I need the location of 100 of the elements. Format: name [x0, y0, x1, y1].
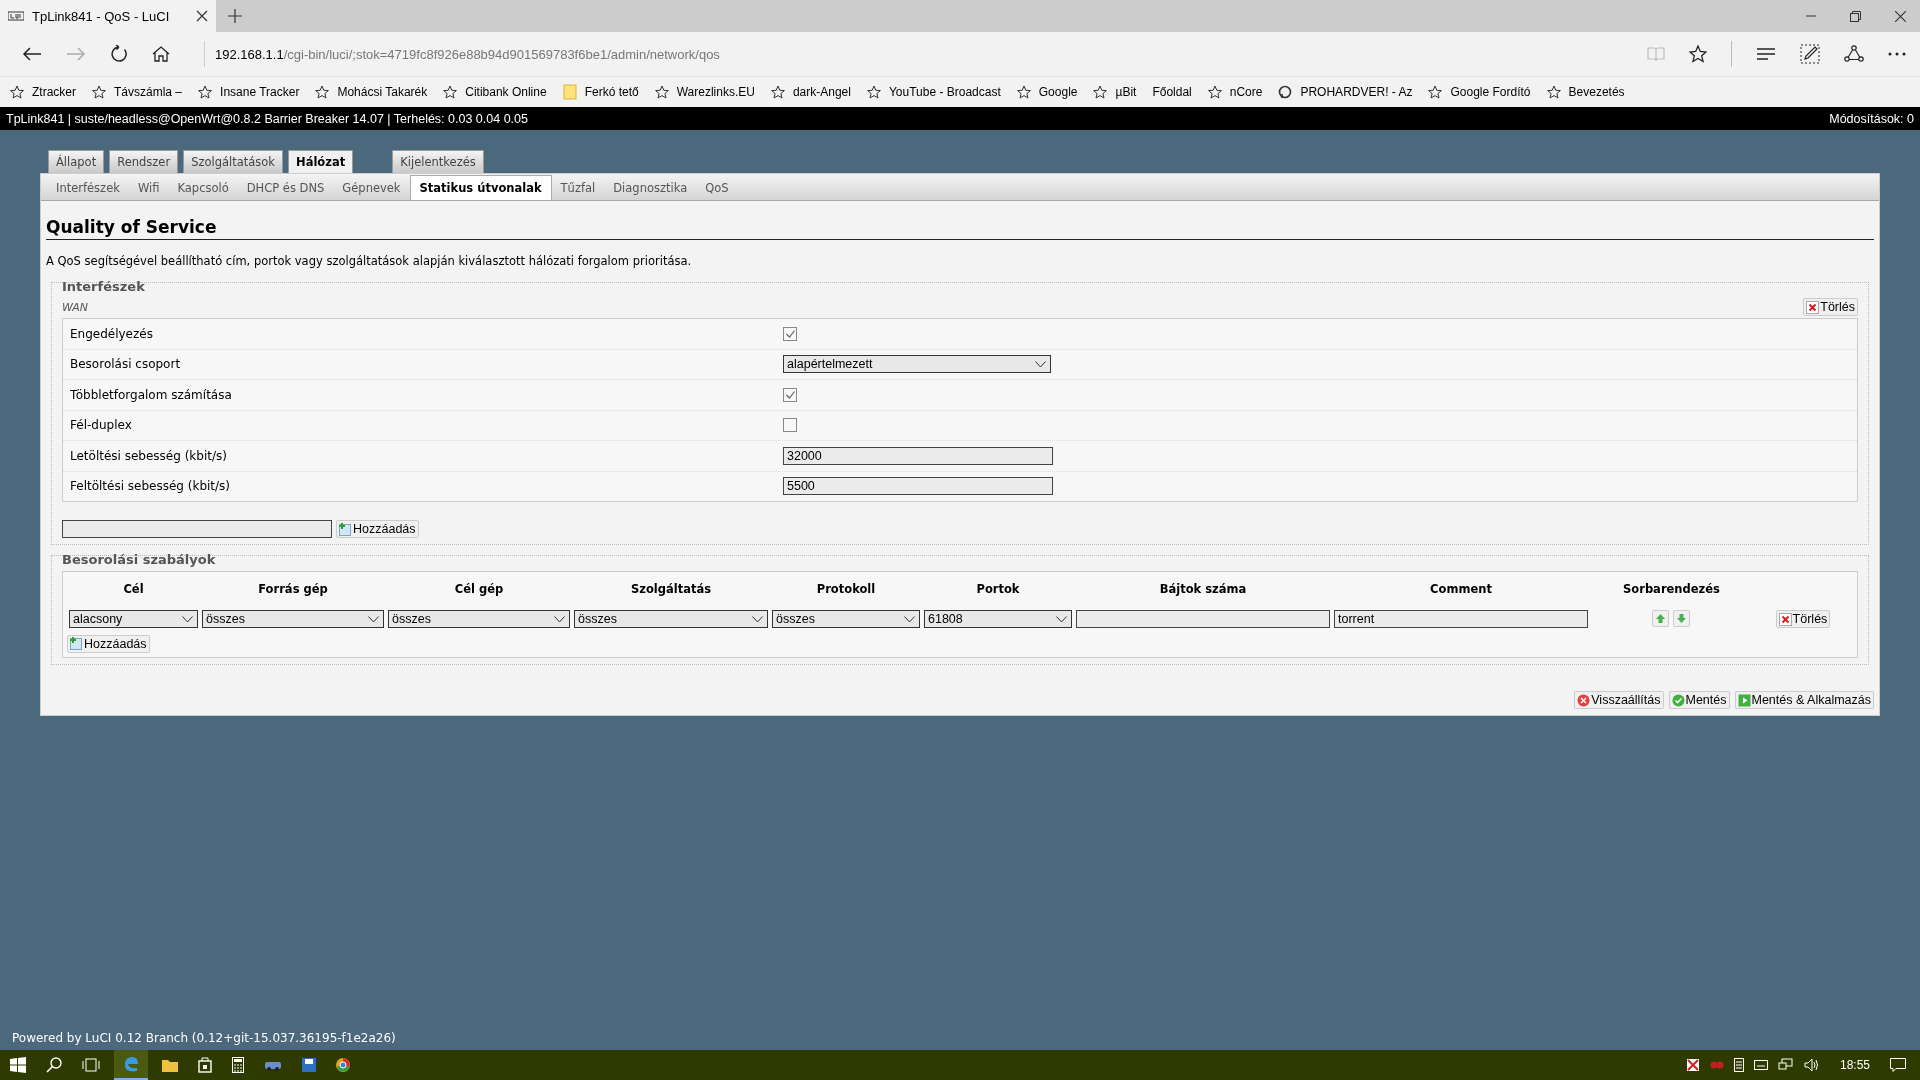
add-icon	[339, 522, 352, 536]
submenu-tab[interactable]: DHCP és DNS	[237, 176, 334, 200]
menu-tab[interactable]: Rendszer	[109, 150, 179, 173]
bookmark-link[interactable]: Warezlinks.EU	[676, 85, 755, 99]
field-label: Letöltési sebesség (kbit/s)	[70, 448, 228, 463]
apply-button[interactable]: Mentés & Alkalmazás	[1734, 691, 1874, 709]
submenu-tab[interactable]: Kapcsoló	[168, 176, 238, 200]
submenu-tab[interactable]: QoS	[696, 176, 738, 200]
dropdown[interactable]: összes	[202, 610, 384, 629]
bookmark-link[interactable]: Főoldal	[1152, 85, 1192, 99]
windows-icon[interactable]	[10, 1057, 26, 1073]
input-field[interactable]: 32000	[783, 446, 1053, 465]
router-status: TpLink841 | suste/headless@OpenWrt@0.8.2 Barrier Breaker 14.07 | Terhelés: 0.03 0.04 0.05	[6, 111, 528, 126]
move-down-button[interactable]	[1673, 610, 1691, 628]
delete-button[interactable]: Törlés	[1803, 298, 1858, 316]
menu-tab[interactable]: Kijelentkezés	[392, 150, 484, 173]
pen-icon[interactable]	[1800, 44, 1820, 64]
site-logo-icon	[8, 11, 24, 21]
bookmark-link[interactable]: Ztracker	[32, 85, 76, 99]
menu-icon[interactable]	[1756, 47, 1776, 61]
star-icon[interactable]	[1689, 45, 1707, 63]
delete-button[interactable]: Törlés	[1775, 610, 1831, 628]
column-header: Szolgáltatás	[572, 576, 770, 610]
bookmark-link[interactable]: Távszámla –	[114, 85, 183, 99]
new-tab-icon[interactable]	[228, 9, 242, 23]
bookmark-link[interactable]: Bevezetés	[1568, 85, 1625, 99]
checkbox[interactable]	[783, 326, 797, 341]
save-button[interactable]: Mentés	[1668, 691, 1730, 709]
menu-tab[interactable]: Állapot	[48, 150, 105, 173]
menu-tab[interactable]: Hálózat	[288, 150, 354, 173]
close-icon[interactable]	[196, 10, 208, 22]
submenu-tab[interactable]: Interfészek	[47, 176, 129, 200]
chevron-icon	[368, 615, 379, 623]
submenu-tab[interactable]: Diagnosztika	[604, 176, 697, 200]
field-label: Fél-duplex	[70, 418, 133, 433]
bookmark-link[interactable]: Mohácsi Takarék	[337, 85, 428, 99]
refresh-icon[interactable]	[110, 45, 128, 63]
chevron-icon	[554, 615, 565, 623]
notification-icon[interactable]	[1890, 1058, 1906, 1072]
bookmark-link[interactable]: Ferkó tető	[584, 85, 639, 99]
dropdown[interactable]: alapértelmezett	[783, 355, 1051, 374]
changes-count[interactable]: Módosítások: 0	[1829, 111, 1914, 126]
check-icon	[1671, 693, 1685, 707]
input-field[interactable]: torrent	[1334, 610, 1588, 629]
delete-icon	[1806, 300, 1820, 314]
back-icon[interactable]	[22, 46, 42, 62]
search-icon[interactable]	[46, 1057, 62, 1073]
checkbox[interactable]	[783, 418, 797, 433]
task-view-icon[interactable]	[82, 1058, 100, 1072]
input-field[interactable]: 5500	[783, 477, 1053, 496]
add-button[interactable]: Hozzáadás	[336, 520, 419, 538]
restore-icon[interactable]	[1850, 10, 1861, 22]
bookmark-link[interactable]: µBit	[1115, 85, 1137, 99]
submenu-tab[interactable]: Statikus útvonalak	[409, 175, 552, 200]
menu-tab[interactable]: Szolgáltatások	[183, 150, 284, 173]
dropdown[interactable]: alacsony	[69, 610, 198, 629]
checkbox[interactable]	[783, 387, 797, 402]
dropdown[interactable]: összes	[388, 610, 570, 629]
column-header: Forrás gép	[200, 576, 386, 610]
taskbar-app[interactable]	[114, 1050, 148, 1080]
reset-button[interactable]: Visszaállítás	[1574, 691, 1664, 709]
calculator-icon[interactable]	[232, 1057, 244, 1073]
car-icon[interactable]	[264, 1059, 282, 1071]
dropdown[interactable]: összes	[772, 610, 920, 629]
section-legend: Besorolási szabályok	[62, 552, 1858, 567]
home-icon[interactable]	[152, 46, 170, 62]
bookmark-link[interactable]: Google	[1038, 85, 1078, 99]
dropdown[interactable]: összes	[574, 610, 768, 629]
column-header: Bájtok száma	[1074, 576, 1332, 610]
field-label: Feltöltési sebesség (kbit/s)	[70, 479, 232, 494]
volume-icon[interactable]	[1803, 1058, 1820, 1072]
section-name: WAN	[62, 300, 89, 314]
browser-tab[interactable]: TpLink841 - QoS - LuCI	[0, 0, 216, 32]
floppy-icon[interactable]	[302, 1058, 316, 1072]
submenu-tab[interactable]: Gépnevek	[333, 176, 410, 200]
bookmark-link[interactable]: nCore	[1229, 85, 1263, 99]
network-icon[interactable]	[1777, 1058, 1794, 1072]
add-button[interactable]: Hozzáadás	[67, 634, 150, 653]
folder-icon[interactable]	[162, 1058, 178, 1072]
submenu-tab[interactable]: Tűzfal	[551, 176, 605, 200]
dropdown[interactable]: 61808	[924, 610, 1072, 629]
bookmark-link[interactable]: Google Fordító	[1450, 85, 1531, 99]
bookmark-link[interactable]: Insane Tracker	[220, 85, 300, 99]
bookmark-link[interactable]: PROHARDVER! - Az	[1300, 85, 1413, 99]
chevron-icon	[182, 615, 193, 623]
bag-icon[interactable]	[198, 1057, 212, 1073]
bookmark-link[interactable]: Citibank Online	[465, 85, 547, 99]
address-bar[interactable]: 192.168.1.1/cgi-bin/luci/;stok=4719fc8f926e88b94d901569783f6be1/admin/network/qos	[204, 41, 720, 67]
share-icon[interactable]	[1844, 45, 1864, 63]
chrome-icon[interactable]	[336, 1058, 350, 1072]
field-label: Besorolási csoport	[70, 357, 182, 372]
input-field[interactable]	[1076, 610, 1330, 629]
more-icon[interactable]	[1888, 52, 1906, 56]
submenu-tab[interactable]: Wifi	[128, 176, 169, 200]
close-icon[interactable]	[1895, 10, 1906, 22]
bookmark-link[interactable]: YouTube - Broadcast	[888, 85, 1001, 99]
move-up-button[interactable]	[1652, 610, 1670, 628]
input-field[interactable]	[62, 520, 332, 538]
site-icon	[1278, 85, 1293, 99]
bookmark-link[interactable]: dark-Angel	[792, 85, 851, 99]
